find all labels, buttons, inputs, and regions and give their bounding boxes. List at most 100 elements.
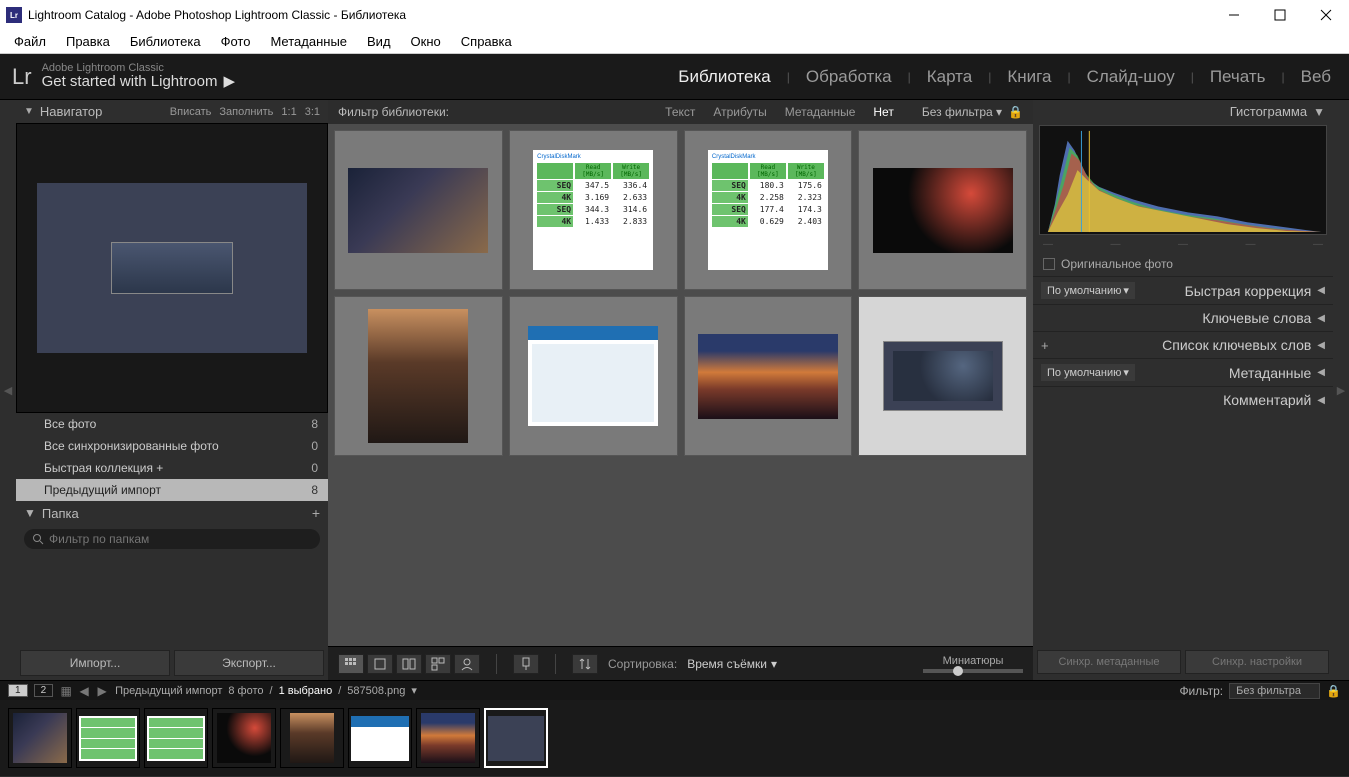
- prev-icon[interactable]: ◀: [77, 684, 91, 698]
- module-web[interactable]: Веб: [1295, 64, 1337, 90]
- view-modes: [338, 654, 480, 674]
- filter-tab-attr[interactable]: Атрибуты: [709, 103, 770, 121]
- lock-icon[interactable]: 🔒: [1326, 684, 1341, 698]
- quick-develop-header[interactable]: По умолчанию ▾ Быстрая коррекция ◀: [1033, 276, 1333, 304]
- menu-metadata[interactable]: Метаданные: [262, 32, 355, 51]
- menu-window[interactable]: Окно: [403, 32, 449, 51]
- catalog-all-photos[interactable]: Все фото 8: [16, 413, 328, 435]
- folder-search-input[interactable]: [49, 532, 312, 546]
- filmstrip-cell[interactable]: [212, 708, 276, 768]
- next-icon[interactable]: ▶: [95, 684, 109, 698]
- nav-3to1[interactable]: 3:1: [305, 106, 320, 118]
- grid-icon[interactable]: ▦: [59, 684, 73, 698]
- nav-1to1[interactable]: 1:1: [281, 106, 296, 118]
- getstarted-link[interactable]: Get started with Lightroom ▶: [42, 74, 235, 91]
- filmstrip-cell[interactable]: [8, 708, 72, 768]
- filter-tab-none[interactable]: Нет: [869, 103, 897, 121]
- catalog-previous-import[interactable]: Предыдущий импорт 8: [16, 479, 328, 501]
- sort-value[interactable]: Время съёмки▾: [687, 657, 777, 671]
- grid-cell[interactable]: [684, 296, 853, 456]
- filter-tab-text[interactable]: Текст: [661, 103, 699, 121]
- grid-cell[interactable]: [334, 130, 503, 290]
- filmstrip-cell[interactable]: [76, 708, 140, 768]
- import-button[interactable]: Импорт...: [20, 650, 170, 676]
- nav-fill[interactable]: Заполнить: [219, 106, 273, 118]
- histogram-header[interactable]: Гистограмма ▼: [1033, 100, 1333, 123]
- histogram[interactable]: [1039, 125, 1327, 235]
- catalog-all-synced[interactable]: Все синхронизированные фото 0: [16, 435, 328, 457]
- view-loupe-button[interactable]: [367, 654, 393, 674]
- grid-cell[interactable]: CrystalDiskMark Read [MB/s]Write [MB/s] …: [684, 130, 853, 290]
- quick-develop-preset[interactable]: По умолчанию ▾: [1041, 282, 1135, 299]
- import-export-bar: Импорт... Экспорт...: [16, 646, 328, 680]
- view-compare-button[interactable]: [396, 654, 422, 674]
- menubar: Файл Правка Библиотека Фото Метаданные В…: [0, 30, 1349, 54]
- painter-tool[interactable]: [513, 654, 539, 674]
- sync-metadata-button[interactable]: Синхр. метаданные: [1037, 650, 1181, 674]
- filmstrip-cell[interactable]: [348, 708, 412, 768]
- chevron-down-icon[interactable]: ▾: [411, 684, 417, 697]
- grid-view[interactable]: CrystalDiskMark Read [MB/s]Write [MB/s] …: [328, 124, 1033, 646]
- filmstrip-filter[interactable]: Без фильтра: [1229, 683, 1320, 699]
- grid-cell-selected[interactable]: [858, 296, 1027, 456]
- filmstrip-cell-selected[interactable]: [484, 708, 548, 768]
- filmstrip-cell[interactable]: [144, 708, 208, 768]
- menu-file[interactable]: Файл: [6, 32, 54, 51]
- module-slideshow[interactable]: Слайд-шоу: [1081, 64, 1181, 90]
- catalog-row-label: Быстрая коллекция +: [44, 461, 163, 475]
- original-checkbox[interactable]: [1043, 258, 1055, 270]
- add-folder-button[interactable]: +: [312, 505, 320, 521]
- view-survey-button[interactable]: [425, 654, 451, 674]
- export-button[interactable]: Экспорт...: [174, 650, 324, 676]
- nav-fit[interactable]: Вписать: [170, 106, 212, 118]
- navigator-header[interactable]: ▼ Навигатор Вписать Заполнить 1:1 3:1: [16, 100, 328, 123]
- module-map[interactable]: Карта: [921, 64, 979, 90]
- add-keyword-button[interactable]: +: [1041, 338, 1049, 353]
- thumbnail: CrystalDiskMark Read [MB/s]Write [MB/s] …: [533, 150, 653, 270]
- grid-cell[interactable]: [858, 130, 1027, 290]
- filter-preset[interactable]: Без фильтра ▾: [922, 105, 1002, 119]
- filmstrip-cell[interactable]: [416, 708, 480, 768]
- module-develop[interactable]: Обработка: [800, 64, 898, 90]
- grid-cell[interactable]: [509, 296, 678, 456]
- menu-photo[interactable]: Фото: [213, 32, 259, 51]
- thumbnail: [883, 341, 1003, 411]
- crumbs[interactable]: Предыдущий импорт: [115, 685, 222, 697]
- folder-search[interactable]: [24, 529, 320, 549]
- thumbnail: [698, 334, 838, 419]
- thumbsize-slider[interactable]: [923, 669, 1023, 673]
- monitor-2[interactable]: 2: [34, 684, 54, 697]
- left-panel-toggle[interactable]: ◀: [0, 100, 16, 680]
- minimize-button[interactable]: [1217, 3, 1251, 27]
- sort-direction-button[interactable]: [572, 654, 598, 674]
- menu-help[interactable]: Справка: [453, 32, 520, 51]
- menu-view[interactable]: Вид: [359, 32, 399, 51]
- grid-cell[interactable]: CrystalDiskMark Read [MB/s]Write [MB/s] …: [509, 130, 678, 290]
- comments-header[interactable]: Комментарий ◀: [1033, 386, 1333, 413]
- keyword-list-header[interactable]: + Список ключевых слов ◀: [1033, 331, 1333, 358]
- metadata-preset[interactable]: По умолчанию ▾: [1041, 364, 1135, 381]
- close-button[interactable]: [1309, 3, 1343, 27]
- maximize-button[interactable]: [1263, 3, 1297, 27]
- module-library[interactable]: Библиотека: [672, 64, 776, 90]
- filmstrip[interactable]: [0, 700, 1349, 776]
- slider-thumb[interactable]: [953, 666, 963, 676]
- module-book[interactable]: Книга: [1001, 64, 1057, 90]
- right-panel-toggle[interactable]: ▶: [1333, 100, 1349, 680]
- view-people-button[interactable]: [454, 654, 480, 674]
- filter-tab-meta[interactable]: Метаданные: [781, 103, 860, 121]
- monitor-1[interactable]: 1: [8, 684, 28, 697]
- folders-header[interactable]: ▼ Папка +: [16, 501, 328, 525]
- sync-settings-button[interactable]: Синхр. настройки: [1185, 650, 1329, 674]
- lock-icon[interactable]: 🔒: [1008, 105, 1023, 119]
- catalog-quick-collection[interactable]: Быстрая коллекция + 0: [16, 457, 328, 479]
- metadata-header[interactable]: По умолчанию ▾ Метаданные ◀: [1033, 358, 1333, 386]
- menu-library[interactable]: Библиотека: [122, 32, 209, 51]
- view-grid-button[interactable]: [338, 654, 364, 674]
- menu-edit[interactable]: Правка: [58, 32, 118, 51]
- filmstrip-cell[interactable]: [280, 708, 344, 768]
- module-print[interactable]: Печать: [1204, 64, 1272, 90]
- keywording-header[interactable]: Ключевые слова ◀: [1033, 304, 1333, 331]
- navigator-preview[interactable]: [16, 123, 328, 413]
- grid-cell[interactable]: [334, 296, 503, 456]
